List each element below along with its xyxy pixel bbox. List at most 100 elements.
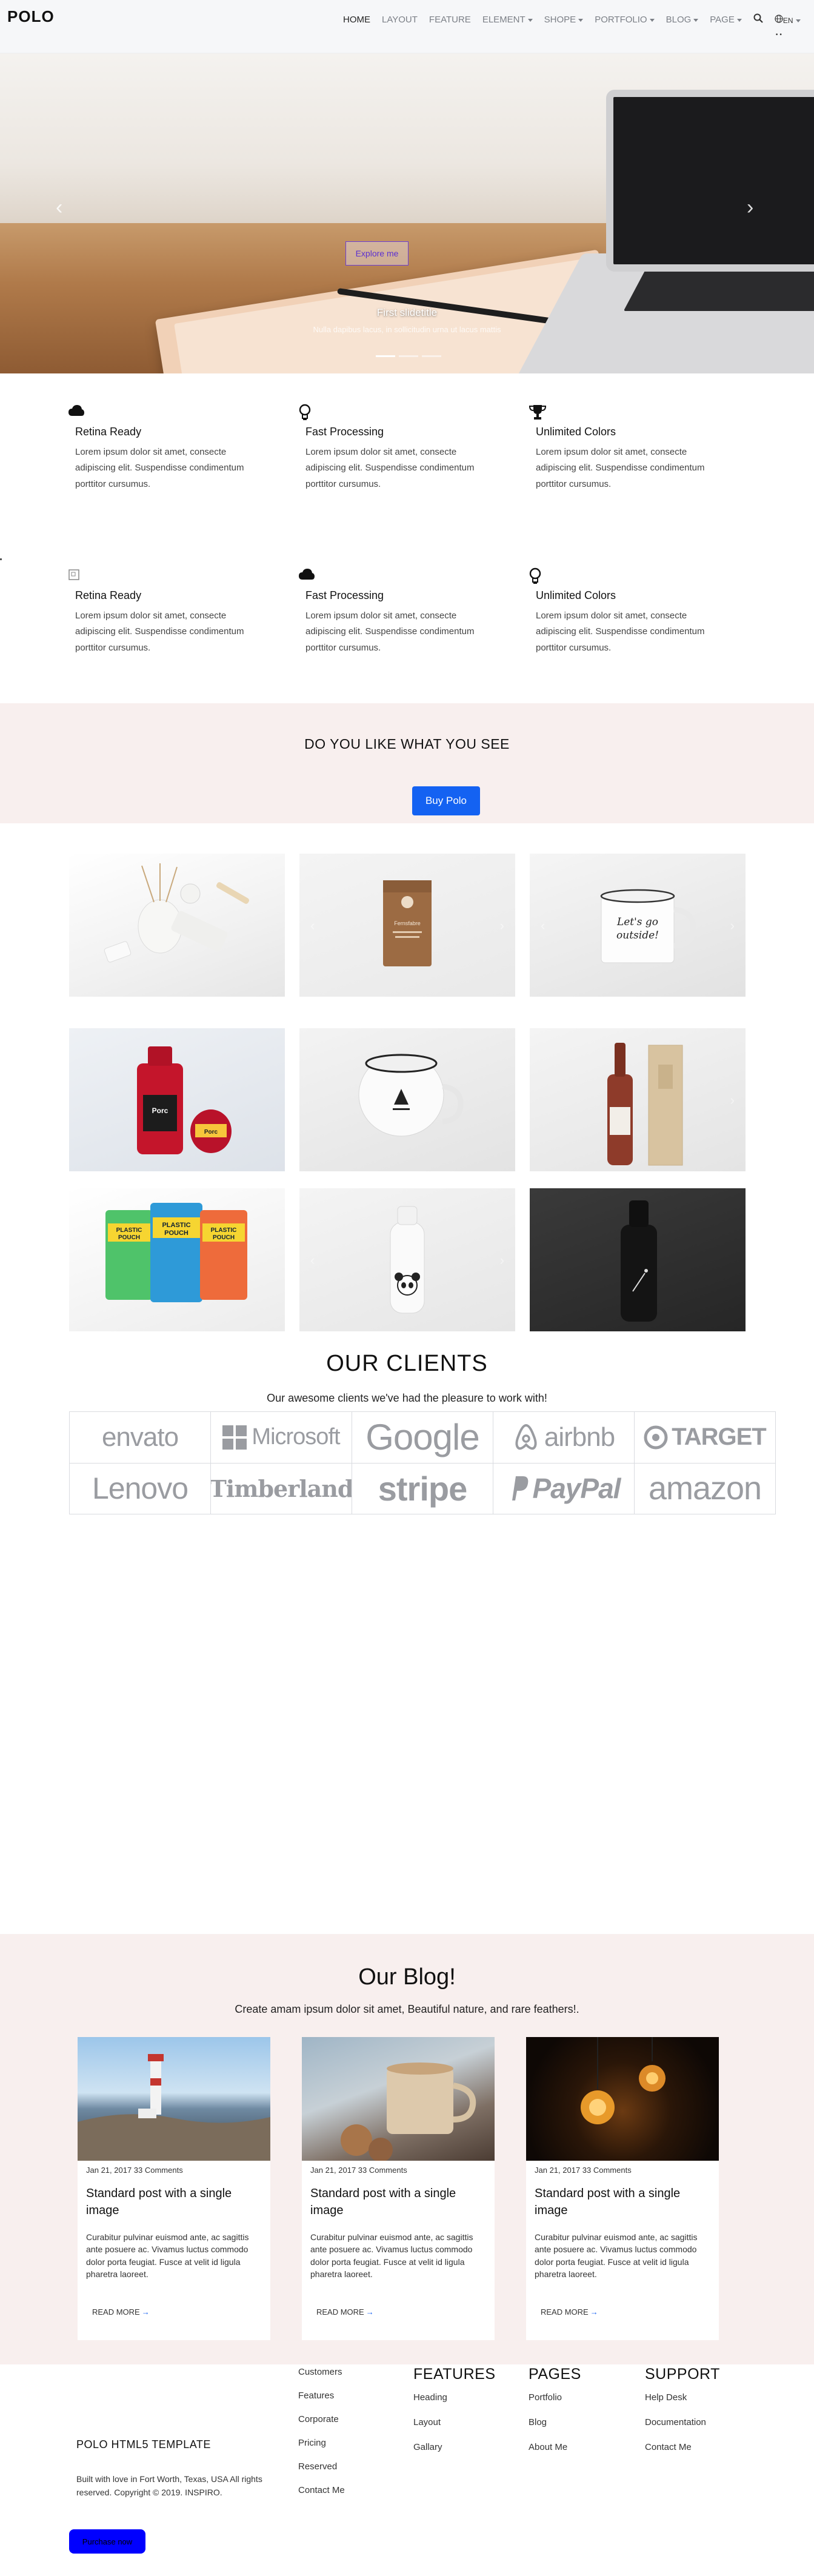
post-title[interactable]: Standard post with a single image: [86, 2185, 262, 2219]
language-selector[interactable]: EN ••: [775, 15, 801, 38]
client-logo-amazon[interactable]: amazon: [635, 1463, 776, 1514]
product-juice[interactable]: Porc Porc: [69, 1028, 285, 1171]
chevron-right-icon[interactable]: ›: [500, 918, 504, 934]
cloud-icon: [68, 404, 86, 422]
client-logo-timberland[interactable]: Timberland: [211, 1463, 352, 1514]
footer-link[interactable]: Gallary: [413, 2442, 447, 2452]
nav-item-shope[interactable]: SHOPE: [544, 15, 584, 25]
svg-text:Porc: Porc: [204, 1129, 218, 1136]
nav-item-feature[interactable]: FEATURE: [429, 15, 471, 25]
nav-item-portfolio[interactable]: PORTFOLIO: [595, 15, 655, 25]
product-white-mug[interactable]: [299, 1028, 515, 1171]
blog-post-card: Jan 21, 2017 33 Comments Standard post w…: [526, 2037, 719, 2340]
footer-copyright: Built with love in Fort Worth, Texas, US…: [76, 2474, 262, 2498]
chevron-down-icon: [527, 18, 533, 22]
slider-prev-arrow-icon[interactable]: ‹: [56, 196, 62, 219]
language-dots: ••: [775, 32, 784, 38]
post-meta: Jan 21, 2017 33 Comments: [310, 2166, 407, 2175]
feature-text: Lorem ipsum dolor sit amet, consecte adi…: [305, 447, 475, 489]
client-logo-stripe[interactable]: stripe: [352, 1463, 493, 1514]
client-logo-text: TARGET: [672, 1423, 766, 1451]
product-pouches[interactable]: PLASTIC POUCH PLASTIC POUCH PLASTIC POUC…: [69, 1188, 285, 1331]
explore-button[interactable]: Explore me: [345, 241, 409, 266]
footer-link[interactable]: Corporate: [298, 2414, 345, 2424]
footer-link[interactable]: Pricing: [298, 2438, 345, 2448]
footer-link[interactable]: Reserved: [298, 2461, 345, 2472]
post-title[interactable]: Standard post with a single image: [310, 2185, 486, 2219]
read-more-link[interactable]: READ MORE →: [316, 2307, 374, 2317]
blog-post-image[interactable]: [78, 2037, 270, 2161]
chevron-left-icon[interactable]: ‹: [310, 918, 315, 934]
footer-link[interactable]: Portfolio: [529, 2392, 567, 2403]
chevron-right-icon[interactable]: ›: [500, 1253, 504, 1268]
footer-link[interactable]: Contact Me: [645, 2442, 706, 2452]
footer-link[interactable]: Help Desk: [645, 2392, 706, 2403]
product-panda-bottle[interactable]: ‹ ›: [299, 1188, 515, 1331]
product-black-bottle[interactable]: [530, 1188, 746, 1331]
search-icon[interactable]: [753, 13, 763, 26]
footer-support-links: Help Desk Documentation Contact Me: [645, 2392, 706, 2452]
client-logo-lenovo[interactable]: Lenovo: [70, 1463, 211, 1514]
post-title[interactable]: Standard post with a single image: [535, 2185, 710, 2219]
footer-link[interactable]: Documentation: [645, 2417, 706, 2427]
read-more-label: READ MORE: [541, 2307, 589, 2317]
nav-label: PAGE: [710, 15, 735, 25]
chevron-left-icon[interactable]: ‹: [310, 1253, 315, 1268]
footer-link[interactable]: Heading: [413, 2392, 447, 2403]
target-bullseye-icon: [644, 1425, 668, 1450]
logo[interactable]: POLO: [7, 7, 55, 26]
slider-dot[interactable]: [422, 355, 441, 357]
client-logo-airbnb[interactable]: airbnb: [493, 1412, 635, 1464]
read-more-link[interactable]: READ MORE →: [92, 2307, 150, 2317]
nav-item-element[interactable]: ELEMENT: [482, 15, 533, 25]
footer-link[interactable]: Contact Me: [298, 2485, 345, 2495]
purchase-now-button[interactable]: Purchase now: [69, 2529, 145, 2554]
lightbulb-icon: [298, 404, 316, 422]
feature-title: Retina Ready: [75, 426, 142, 438]
read-more-link[interactable]: READ MORE →: [541, 2307, 598, 2317]
feature-text: Lorem ipsum dolor sit amet, consecte adi…: [305, 611, 475, 653]
footer-link[interactable]: Blog: [529, 2417, 567, 2427]
post-excerpt: Curabitur pulvinar euismod ante, ac sagi…: [310, 2232, 473, 2279]
blog-post-image[interactable]: [526, 2037, 719, 2161]
footer-link[interactable]: About Me: [529, 2442, 567, 2452]
footer-link[interactable]: Layout: [413, 2417, 447, 2427]
blog-post-image[interactable]: [302, 2037, 495, 2161]
client-logo-paypal[interactable]: PayPal: [493, 1463, 635, 1514]
nav-item-page[interactable]: PAGE: [710, 15, 742, 25]
client-logo-google[interactable]: Google: [352, 1412, 493, 1464]
slider-dot[interactable]: [376, 355, 395, 357]
product-enamel-mug[interactable]: Let's go outside! ‹ ›: [530, 854, 746, 997]
buy-polo-button[interactable]: Buy Polo: [412, 786, 480, 815]
footer-link[interactable]: Customers: [298, 2367, 345, 2377]
product-diffuser-set[interactable]: [69, 854, 285, 997]
client-logo-text: Microsoft: [252, 1424, 340, 1450]
blog-title: Our Blog!: [358, 1964, 456, 1990]
chevron-left-icon[interactable]: ‹: [541, 918, 545, 934]
paypal-p-icon: [512, 1476, 528, 1501]
nav-item-layout[interactable]: LAYOUT: [382, 15, 418, 25]
slider-pagination: [376, 355, 441, 357]
feature-title: Unlimited Colors: [536, 426, 616, 438]
feature-item: Fast Processing Lorem ipsum dolor sit am…: [298, 404, 480, 492]
client-logo-text: envato: [101, 1422, 179, 1452]
site-footer: Customers Features Corporate Pricing Res…: [0, 2364, 814, 2576]
footer-links-column: Customers Features Corporate Pricing Res…: [298, 2367, 345, 2495]
nav-item-home[interactable]: HOME: [343, 15, 370, 25]
product-coffee-pouch[interactable]: Fernsfabre ‹ ›: [299, 854, 515, 997]
client-logo-microsoft[interactable]: Microsoft: [211, 1412, 352, 1464]
feature-item: Retina Ready Lorem ipsum dolor sit amet,…: [68, 404, 250, 492]
slider-next-arrow-icon[interactable]: ›: [747, 196, 753, 219]
chevron-right-icon[interactable]: ›: [730, 1092, 735, 1108]
nav-item-blog[interactable]: BLOG: [666, 15, 699, 25]
client-logo-envato[interactable]: envato: [70, 1412, 211, 1464]
footer-link[interactable]: Features: [298, 2390, 345, 2401]
footer-pages-links: Portfolio Blog About Me: [529, 2392, 567, 2452]
product-wine[interactable]: ›: [530, 1028, 746, 1171]
cta-title: DO YOU LIKE WHAT YOU SEE: [304, 736, 510, 752]
chevron-right-icon[interactable]: ›: [730, 918, 735, 934]
post-excerpt: Curabitur pulvinar euismod ante, ac sagi…: [535, 2232, 698, 2279]
client-logo-target[interactable]: TARGET: [635, 1412, 776, 1464]
broken-image-icon: [68, 567, 86, 586]
slider-dot[interactable]: [399, 355, 418, 357]
